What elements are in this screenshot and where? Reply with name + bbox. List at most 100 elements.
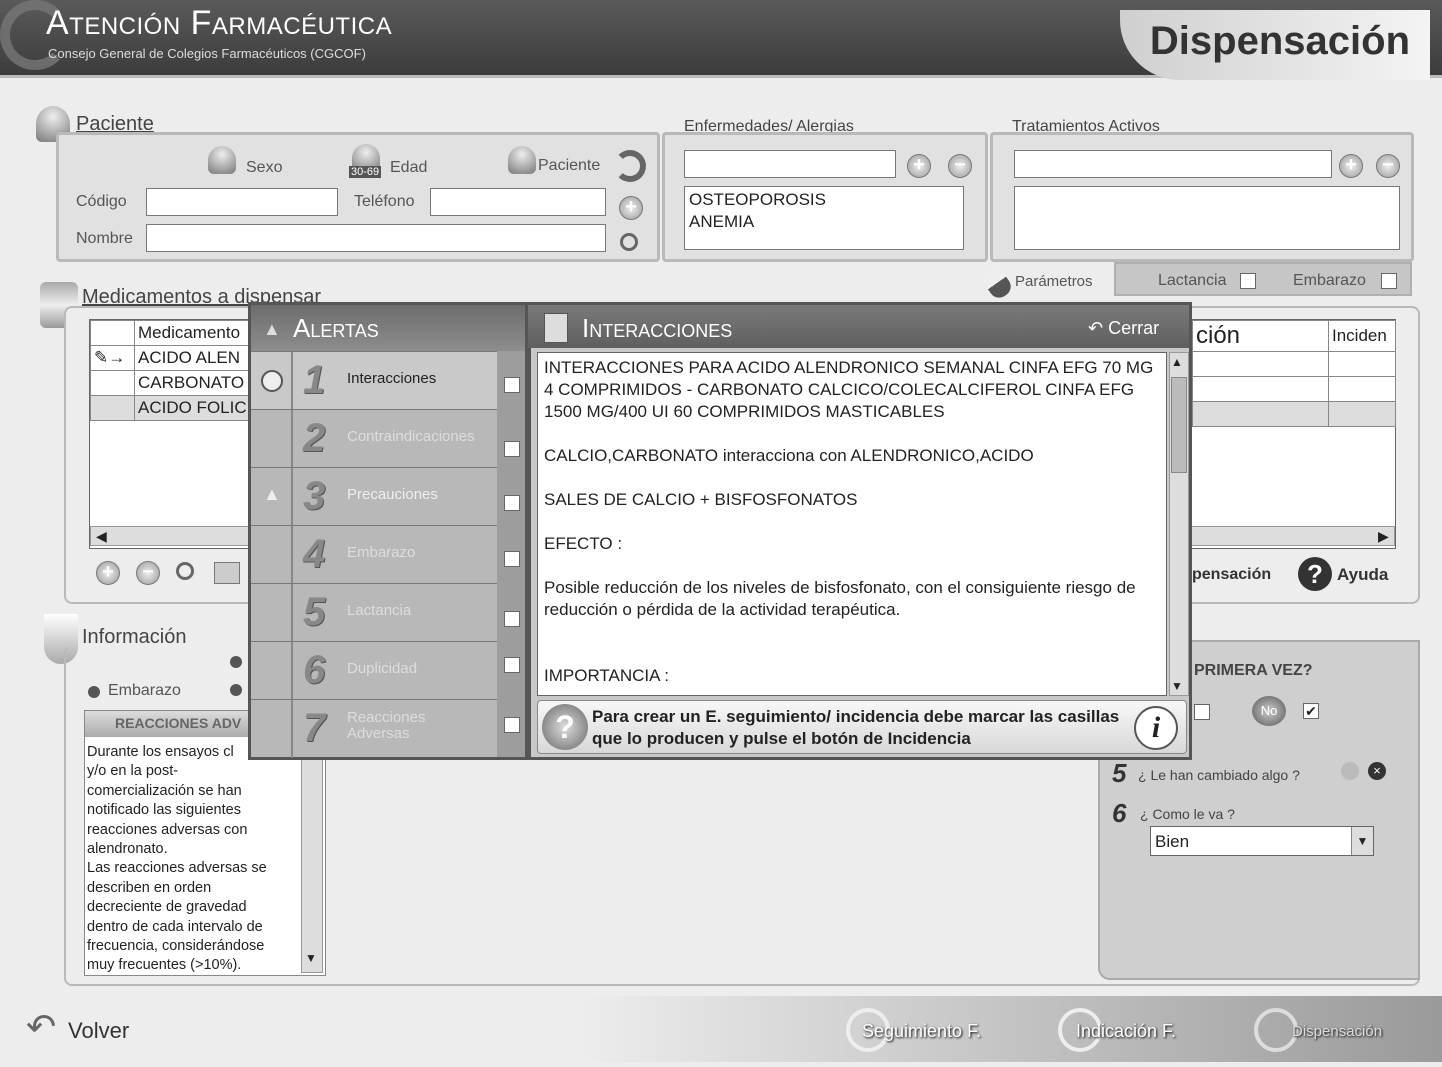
nombre-label: Nombre — [76, 230, 133, 247]
radio-dot[interactable] — [230, 684, 242, 696]
alert-reacciones-adversas[interactable]: 7 Reacciones Adversas — [251, 699, 497, 758]
alert-number: 3 — [303, 474, 326, 518]
parametros-label[interactable]: Parámetros — [1015, 273, 1093, 290]
embarazo-checkbox[interactable] — [1381, 273, 1397, 289]
radio-dot[interactable] — [230, 656, 242, 668]
interacciones-scrollbar[interactable]: ▲ ▼ — [1169, 352, 1189, 696]
primera-si-checkbox[interactable] — [1194, 704, 1210, 720]
undo-icon: ↶ — [1088, 318, 1109, 338]
sexo-label[interactable]: Sexo — [246, 159, 282, 177]
clock-icon — [261, 370, 283, 392]
lactancia-checkbox[interactable] — [1240, 273, 1256, 289]
interacciones-header: Interacciones ↶ Cerrar — [528, 302, 1192, 348]
telefono-label: Teléfono — [354, 193, 415, 210]
remove-enfermedad-icon[interactable]: − — [948, 154, 972, 178]
alert-number: 1 — [303, 358, 326, 402]
chevron-down-icon[interactable]: ▼ — [1351, 827, 1373, 855]
scroll-up-icon[interactable]: ▲ — [1171, 355, 1183, 369]
tratamientos-list[interactable] — [1014, 186, 1400, 250]
dispensacion-footer-button[interactable]: Dispensación — [1292, 1023, 1382, 1040]
alert-label: Precauciones — [347, 486, 438, 503]
duplicidad-checkbox[interactable] — [504, 657, 520, 673]
enfermedades-list[interactable]: OSTEOPOROSIS ANEMIA — [684, 186, 964, 250]
selected-row-icon: ✎→ — [90, 345, 135, 371]
scroll-down-icon[interactable]: ▼ — [1171, 679, 1183, 693]
ayuda-button[interactable]: Ayuda — [1337, 565, 1388, 585]
cancel-icon[interactable]: × — [1368, 762, 1386, 780]
edit-med-icon[interactable] — [214, 562, 240, 584]
sexo-icon[interactable] — [208, 146, 236, 174]
add-enfermedad-icon[interactable]: + — [907, 154, 931, 178]
refresh-icon[interactable] — [614, 150, 646, 182]
alert-contraindicaciones[interactable]: 2 Contraindicaciones — [251, 409, 497, 468]
reacciones-scrollbar[interactable] — [301, 737, 323, 973]
search-med-icon[interactable] — [176, 562, 194, 580]
screen-title: Dispensación — [1120, 10, 1430, 80]
enfermedad-input[interactable] — [684, 150, 896, 178]
alert-precauciones[interactable]: ▲ 3 Precauciones — [251, 467, 497, 526]
embarazo-alert-checkbox[interactable] — [504, 551, 520, 567]
alert-number: 2 — [303, 416, 326, 460]
question-icon: ? — [542, 704, 588, 750]
question-6-number: 6 — [1112, 798, 1127, 828]
interacciones-checkbox[interactable] — [504, 377, 520, 393]
warning-icon: ▲ — [263, 484, 281, 504]
status-cell — [251, 526, 293, 584]
contraindicaciones-checkbox[interactable] — [504, 441, 520, 457]
lactancia-alert-checkbox[interactable] — [504, 611, 520, 627]
question-6: ¿ Como le va ? — [1140, 806, 1235, 822]
primera-no-checkbox[interactable]: ✔ — [1303, 703, 1319, 719]
check-icon[interactable] — [1341, 762, 1359, 780]
paciente-icon[interactable] — [508, 146, 536, 174]
codigo-label: Código — [76, 193, 127, 210]
alert-duplicidad[interactable]: 6 Duplicidad — [251, 641, 497, 700]
interacciones-text: INTERACCIONES PARA ACIDO ALENDRONICO SEM… — [537, 352, 1167, 696]
list-item[interactable]: OSTEOPOROSIS — [689, 189, 959, 211]
status-cell — [251, 584, 293, 642]
help-icon[interactable]: ? — [1298, 557, 1332, 591]
interacciones-icon — [544, 313, 568, 343]
codigo-input[interactable] — [146, 188, 338, 216]
remove-med-icon[interactable]: − — [136, 561, 160, 585]
alert-interacciones[interactable]: 1 Interacciones — [251, 351, 497, 410]
alert-label: Reacciones Adversas — [347, 709, 426, 742]
seguimiento-button[interactable]: Seguimiento F. — [862, 1021, 981, 1042]
back-arrow-icon[interactable]: ↶ — [26, 1006, 56, 1048]
como-le-va-select[interactable]: Bien ▼ — [1150, 826, 1374, 856]
alert-lactancia[interactable]: 5 Lactancia — [251, 583, 497, 642]
precauciones-checkbox[interactable] — [504, 495, 520, 511]
list-item[interactable]: ANEMIA — [689, 211, 959, 233]
warning-icon: ▲ — [263, 319, 281, 339]
volver-button[interactable]: Volver — [68, 1018, 129, 1044]
scroll-right-icon[interactable]: ▶ — [1378, 528, 1389, 545]
add-med-icon[interactable]: + — [96, 561, 120, 585]
edad-badge: 30-69 — [349, 166, 382, 178]
edad-label[interactable]: Edad — [390, 159, 427, 177]
cerrar-label: Cerrar — [1108, 318, 1160, 338]
telefono-input[interactable] — [430, 188, 606, 216]
status-cell — [251, 352, 293, 410]
nombre-input[interactable] — [146, 224, 606, 252]
embarazo-radio[interactable] — [88, 686, 100, 698]
add-tratamiento-icon[interactable]: + — [1339, 154, 1363, 178]
app-subtitle: Consejo General de Colegios Farmacéutico… — [48, 46, 366, 61]
cerrar-button[interactable]: ↶ Cerrar — [1088, 305, 1159, 351]
tratamiento-input[interactable] — [1014, 150, 1332, 178]
add-patient-icon[interactable]: + — [619, 196, 643, 220]
status-cell — [251, 642, 293, 700]
info-embarazo-label[interactable]: Embarazo — [108, 682, 181, 700]
scroll-thumb[interactable] — [1171, 377, 1187, 473]
alert-embarazo[interactable]: 4 Embarazo — [251, 525, 497, 584]
scroll-left-icon[interactable]: ◀ — [96, 528, 107, 545]
search-icon[interactable] — [620, 233, 638, 251]
reacciones-checkbox[interactable] — [504, 717, 520, 733]
incidencia-info-icon[interactable]: i — [1134, 706, 1178, 750]
paciente-button[interactable]: Paciente — [538, 157, 600, 175]
dispensacion-button[interactable]: pensación — [1192, 566, 1271, 584]
interacciones-body: INTERACCIONES PARA ACIDO ALENDRONICO SEM… — [528, 348, 1192, 760]
hint-box: ? Para crear un E. seguimiento/ incidenc… — [537, 700, 1187, 754]
indicacion-button[interactable]: Indicación F. — [1076, 1021, 1176, 1042]
scroll-down-icon[interactable]: ▼ — [305, 951, 317, 965]
alertas-title: Alertas — [251, 305, 525, 351]
remove-tratamiento-icon[interactable]: − — [1376, 154, 1400, 178]
